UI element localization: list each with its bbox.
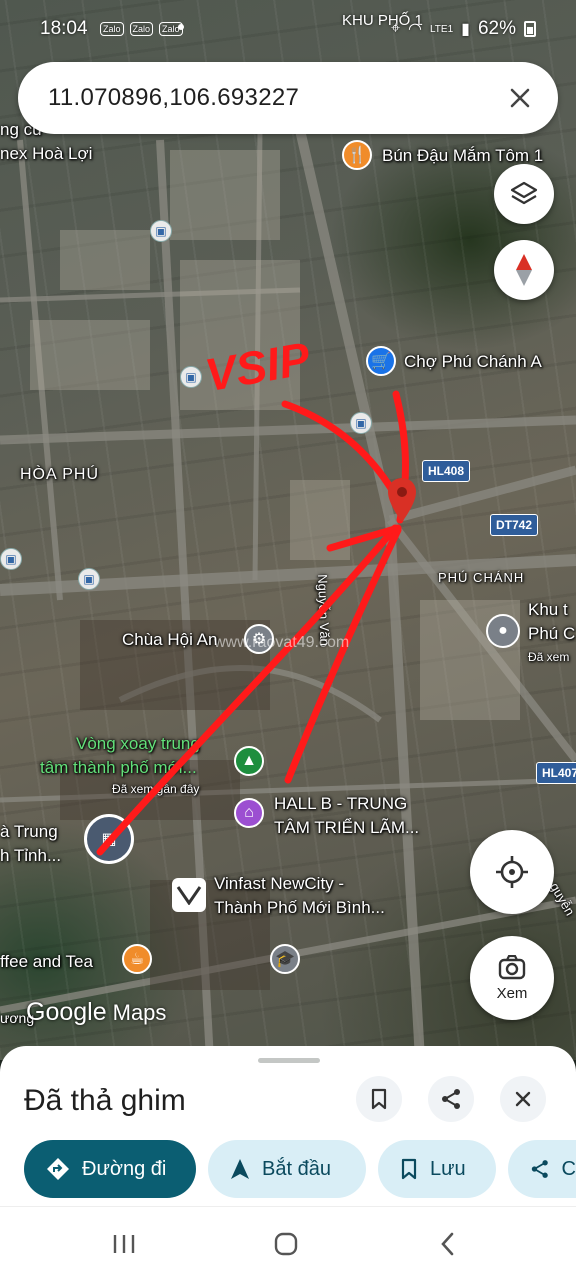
share-icon bbox=[442, 1089, 460, 1109]
google-maps-logo: Google Maps bbox=[26, 998, 166, 1027]
share-icon bbox=[531, 1160, 548, 1178]
layers-button[interactable] bbox=[494, 164, 554, 224]
share-icon-button[interactable] bbox=[428, 1076, 474, 1122]
share-label: C bbox=[561, 1157, 576, 1180]
compass-button[interactable] bbox=[494, 240, 554, 300]
recent-apps-button[interactable] bbox=[104, 1229, 144, 1259]
compass-icon bbox=[516, 254, 532, 286]
recents-icon bbox=[113, 1235, 135, 1253]
sheet-title: Đã thả ghim bbox=[24, 1084, 186, 1117]
navigation-arrow-icon bbox=[231, 1159, 249, 1179]
location-icon: ⌖ bbox=[391, 20, 401, 37]
watermark: www.raovat49.com bbox=[214, 634, 350, 651]
dropped-pin-icon[interactable] bbox=[386, 476, 418, 524]
close-sheet-button[interactable] bbox=[500, 1076, 546, 1122]
home-button[interactable] bbox=[266, 1229, 306, 1259]
clear-search-button[interactable] bbox=[490, 68, 550, 128]
signal-icon: ▮ bbox=[461, 21, 470, 38]
my-location-button[interactable] bbox=[470, 830, 554, 914]
home-icon bbox=[274, 1232, 298, 1256]
camera-icon bbox=[498, 954, 526, 979]
directions-label: Đường đi bbox=[82, 1157, 167, 1180]
start-button[interactable]: Bắt đầu bbox=[208, 1140, 366, 1198]
lens-view-button[interactable]: Xem bbox=[470, 936, 554, 1020]
status-bar: 18:04 Zalo Zalo Zalo KHU PHỐ 1 ⌖ ◠ LTE1 … bbox=[0, 12, 576, 48]
start-label: Bắt đầu bbox=[262, 1157, 331, 1180]
zalo-icon: Zalo bbox=[100, 22, 124, 36]
vsip-annotation: VSIP bbox=[201, 332, 314, 401]
save-label: Lưu bbox=[430, 1157, 466, 1180]
battery-percent: 62% bbox=[477, 18, 516, 39]
status-right: ⌖ ◠ LTE1 ▮ 62% bbox=[391, 18, 536, 40]
bookmark-icon bbox=[401, 1158, 417, 1180]
save-icon-button[interactable] bbox=[356, 1076, 402, 1122]
notification-icons: Zalo Zalo Zalo bbox=[100, 22, 183, 36]
back-button[interactable] bbox=[428, 1229, 468, 1259]
lens-view-label: Xem bbox=[496, 984, 528, 1002]
close-icon bbox=[510, 88, 530, 108]
directions-button[interactable]: Đường đi bbox=[24, 1140, 196, 1198]
search-bar[interactable]: 11.070896,106.693227 bbox=[18, 62, 558, 134]
crosshair-icon bbox=[496, 856, 528, 888]
close-icon bbox=[515, 1091, 531, 1107]
directions-icon bbox=[47, 1158, 69, 1180]
battery-icon bbox=[524, 21, 536, 37]
drag-handle[interactable] bbox=[258, 1058, 320, 1063]
status-time: 18:04 bbox=[40, 18, 88, 39]
google-wordmark: Google bbox=[26, 998, 107, 1026]
back-icon bbox=[441, 1232, 454, 1256]
system-nav-bar bbox=[0, 1206, 576, 1281]
layers-icon bbox=[510, 181, 538, 205]
bookmark-icon bbox=[371, 1088, 387, 1110]
save-button[interactable]: Lưu bbox=[378, 1140, 496, 1198]
network-type: LTE1 bbox=[429, 23, 454, 35]
search-query[interactable]: 11.070896,106.693227 bbox=[48, 84, 490, 112]
maps-wordmark: Maps bbox=[112, 1000, 167, 1025]
share-button[interactable]: C bbox=[508, 1140, 576, 1198]
place-sheet[interactable]: Đã thả ghim Đường đi Bắt đầu Lưu C bbox=[0, 1046, 576, 1206]
zalo-icon: Zalo bbox=[129, 22, 154, 36]
notification-dot-icon bbox=[178, 24, 184, 30]
wifi-icon: ◠ bbox=[408, 21, 422, 38]
